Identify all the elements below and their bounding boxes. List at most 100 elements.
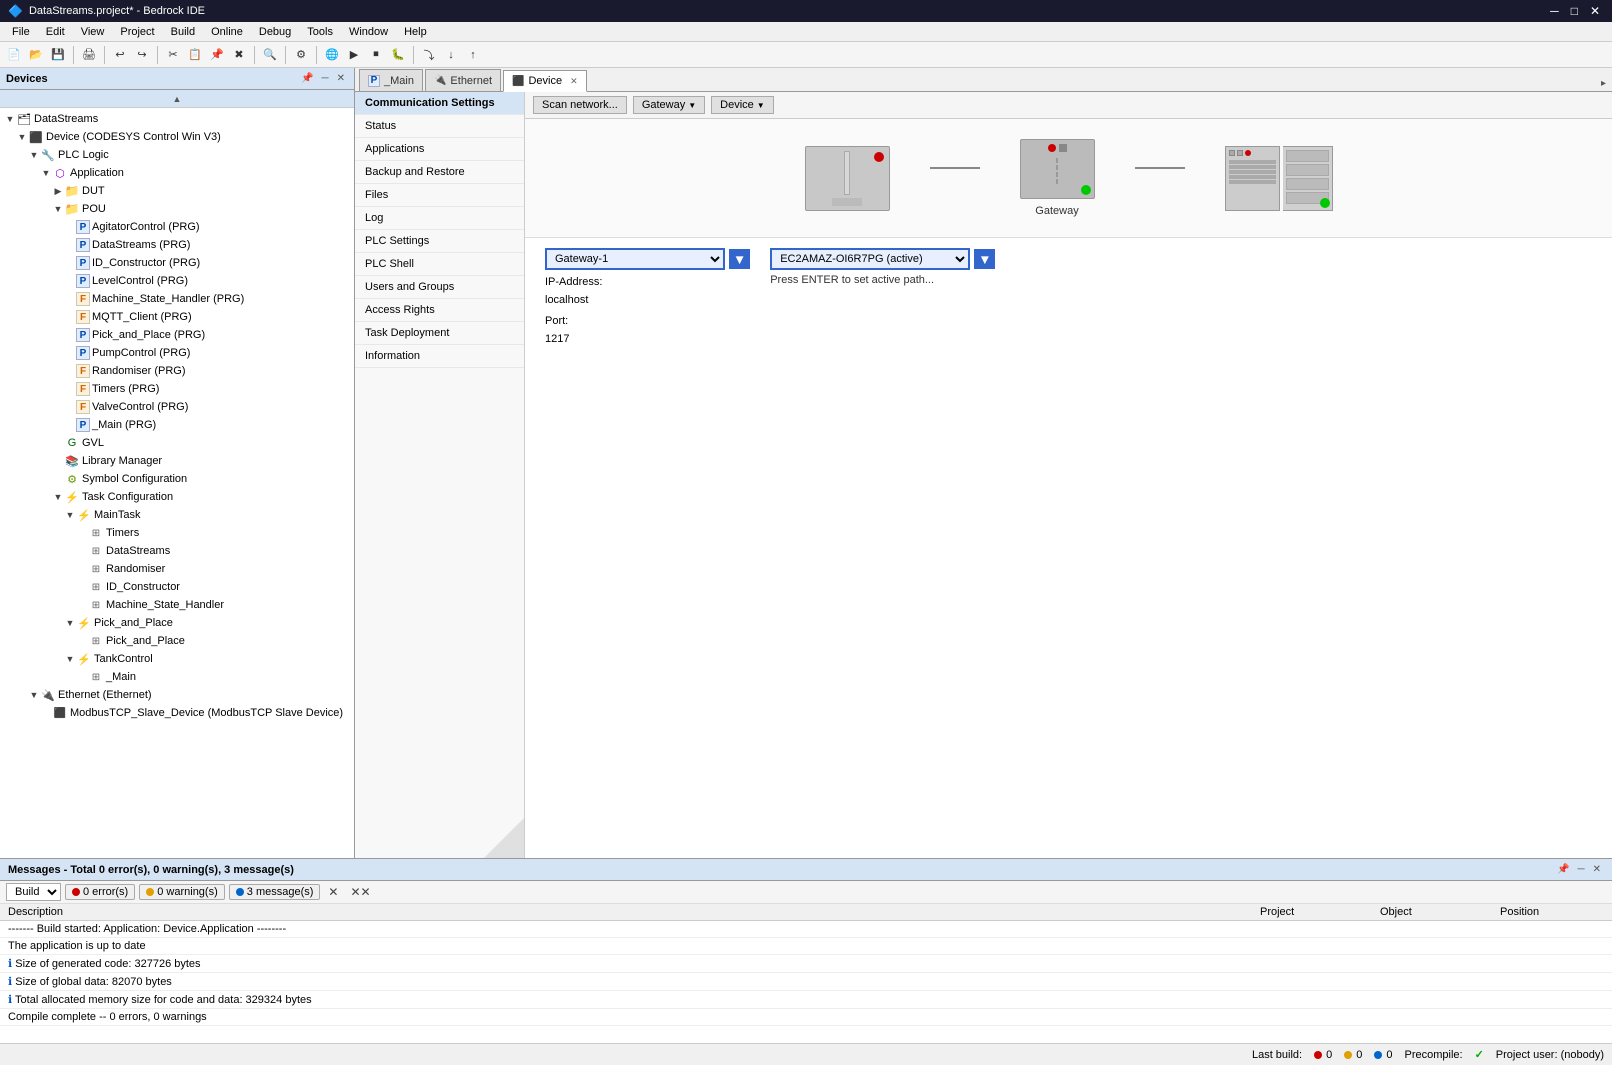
tree-node-randomiser-task[interactable]: ⊞ Randomiser [0, 560, 354, 578]
devices-close-button[interactable]: ✕ [334, 72, 348, 85]
nav-files[interactable]: Files [355, 184, 524, 207]
tree-node-valve-control[interactable]: F ValveControl (PRG) [0, 398, 354, 416]
nav-log[interactable]: Log [355, 207, 524, 230]
tab-main[interactable]: P _Main [359, 69, 423, 91]
nav-access-rights[interactable]: Access Rights [355, 299, 524, 322]
online-button[interactable]: 🌐 [322, 45, 342, 65]
tree-node-main-prg[interactable]: P _Main (PRG) [0, 416, 354, 434]
messages-close-button[interactable]: ✕ [1590, 863, 1604, 876]
gateway-select[interactable]: Gateway-1 [545, 248, 725, 270]
tree-node-timers-task[interactable]: ⊞ Timers [0, 524, 354, 542]
menu-help[interactable]: Help [396, 24, 435, 40]
nav-backup-restore[interactable]: Backup and Restore [355, 161, 524, 184]
tree-node-library-manager[interactable]: 📚 Library Manager [0, 452, 354, 470]
paste-button[interactable]: 📌 [207, 45, 227, 65]
restore-button[interactable]: □ [1567, 4, 1582, 18]
nav-users-groups[interactable]: Users and Groups [355, 276, 524, 299]
debug-button[interactable]: 🐛 [388, 45, 408, 65]
nav-status[interactable]: Status [355, 115, 524, 138]
warnings-badge[interactable]: 0 warning(s) [139, 884, 225, 900]
undo-button[interactable]: ↩ [110, 45, 130, 65]
tree-node-id-constructor-task[interactable]: ⊞ ID_Constructor [0, 578, 354, 596]
tab-ethernet[interactable]: 🔌 Ethernet [425, 69, 501, 91]
tree-node-symbol-config[interactable]: ⚙ Symbol Configuration [0, 470, 354, 488]
tree-node-randomiser[interactable]: F Randomiser (PRG) [0, 362, 354, 380]
nav-plc-shell[interactable]: PLC Shell [355, 253, 524, 276]
copy-button[interactable]: 📋 [185, 45, 205, 65]
tab-device[interactable]: ⬛ Device ✕ [503, 70, 587, 92]
device-dropdown[interactable]: Device ▼ [711, 96, 774, 114]
nav-task-deployment[interactable]: Task Deployment [355, 322, 524, 345]
tree-node-pick-place-ref[interactable]: ⊞ Pick_and_Place [0, 632, 354, 650]
find-button[interactable]: 🔍 [260, 45, 280, 65]
messages-pin-button[interactable]: 📌 [1554, 863, 1572, 876]
tree-node-application[interactable]: ▼ ⬡ Application [0, 164, 354, 182]
tree-node-datastreams-prg[interactable]: P DataStreams (PRG) [0, 236, 354, 254]
menu-debug[interactable]: Debug [251, 24, 299, 40]
tree-node-pump-control[interactable]: P PumpControl (PRG) [0, 344, 354, 362]
step-over-button[interactable]: ⤵ [419, 45, 439, 65]
clear-messages-button[interactable]: ✕ [324, 884, 342, 900]
menu-edit[interactable]: Edit [38, 24, 73, 40]
tree-node-task-config[interactable]: ▼ ⚡ Task Configuration [0, 488, 354, 506]
open-button[interactable]: 📂 [26, 45, 46, 65]
device-select-arrow-btn[interactable]: ▼ [974, 249, 995, 269]
cut-button[interactable]: ✂ [163, 45, 183, 65]
messages-filter-select[interactable]: Build All [6, 883, 61, 901]
tab-overflow-button[interactable]: ▸ [1595, 76, 1612, 91]
save-button[interactable]: 💾 [48, 45, 68, 65]
menu-build[interactable]: Build [163, 24, 203, 40]
close-button[interactable]: ✕ [1586, 4, 1604, 18]
menu-file[interactable]: File [4, 24, 38, 40]
menu-tools[interactable]: Tools [299, 24, 341, 40]
nav-applications[interactable]: Applications [355, 138, 524, 161]
messages-autohide-button[interactable]: ─ [1575, 863, 1588, 876]
tree-node-machine-state[interactable]: F Machine_State_Handler (PRG) [0, 290, 354, 308]
tree-node-plc-logic[interactable]: ▼ 🔧 PLC Logic [0, 146, 354, 164]
menu-window[interactable]: Window [341, 24, 396, 40]
menu-project[interactable]: Project [112, 24, 162, 40]
redo-button[interactable]: ↪ [132, 45, 152, 65]
new-button[interactable]: 📄 [4, 45, 24, 65]
tree-node-timers[interactable]: F Timers (PRG) [0, 380, 354, 398]
tree-node-main-task[interactable]: ▼ ⚡ MainTask [0, 506, 354, 524]
clear-all-messages-button[interactable]: ✕✕ [346, 884, 374, 900]
gateway-select-arrow-btn[interactable]: ▼ [729, 249, 750, 269]
compile-button[interactable]: ⚙ [291, 45, 311, 65]
errors-badge[interactable]: 0 error(s) [65, 884, 135, 900]
step-out-button[interactable]: ↑ [463, 45, 483, 65]
tree-scroll-up[interactable]: ▲ [0, 90, 354, 108]
tree-node-pick-place-task[interactable]: ▼ ⚡ Pick_and_Place [0, 614, 354, 632]
tree-node-modbus[interactable]: ⬛ ModbusTCP_Slave_Device (ModbusTCP Slav… [0, 704, 354, 722]
delete-button[interactable]: ✖ [229, 45, 249, 65]
tree-node-machine-state-task[interactable]: ⊞ Machine_State_Handler [0, 596, 354, 614]
messages-badge[interactable]: 3 message(s) [229, 884, 321, 900]
nav-comm-settings[interactable]: Communication Settings [355, 92, 524, 115]
menu-view[interactable]: View [73, 24, 113, 40]
tree-node-tank-control[interactable]: ▼ ⚡ TankControl [0, 650, 354, 668]
run-button[interactable]: ▶ [344, 45, 364, 65]
tree-node-device[interactable]: ▼ ⬛ Device (CODESYS Control Win V3) [0, 128, 354, 146]
device-select[interactable]: EC2AMAZ-OI6R7PG (active) [770, 248, 970, 270]
tree-node-datastreams-task[interactable]: ⊞ DataStreams [0, 542, 354, 560]
tab-device-close[interactable]: ✕ [570, 76, 578, 87]
tree-node-pou[interactable]: ▼ 📁 POU [0, 200, 354, 218]
tree-node-pick-place[interactable]: P Pick_and_Place (PRG) [0, 326, 354, 344]
tree-node-agitator[interactable]: P AgitatorControl (PRG) [0, 218, 354, 236]
tree-node-ethernet[interactable]: ▼ 🔌 Ethernet (Ethernet) [0, 686, 354, 704]
tree-node-main-task-ref[interactable]: ⊞ _Main [0, 668, 354, 686]
minimize-button[interactable]: ─ [1546, 4, 1563, 18]
gateway-dropdown[interactable]: Gateway ▼ [633, 96, 705, 114]
tree-node-id-constructor[interactable]: P ID_Constructor (PRG) [0, 254, 354, 272]
tree-node-mqtt[interactable]: F MQTT_Client (PRG) [0, 308, 354, 326]
menu-online[interactable]: Online [203, 24, 251, 40]
nav-information[interactable]: Information [355, 345, 524, 368]
stop-button[interactable]: ⏹ [366, 45, 386, 65]
print-button[interactable]: 🖨 [79, 45, 99, 65]
tree-node-gvl[interactable]: G GVL [0, 434, 354, 452]
step-into-button[interactable]: ↓ [441, 45, 461, 65]
nav-plc-settings[interactable]: PLC Settings [355, 230, 524, 253]
devices-autohide-button[interactable]: ─ [319, 72, 332, 85]
devices-pin-button[interactable]: 📌 [298, 72, 316, 85]
scan-network-button[interactable]: Scan network... [533, 96, 627, 114]
